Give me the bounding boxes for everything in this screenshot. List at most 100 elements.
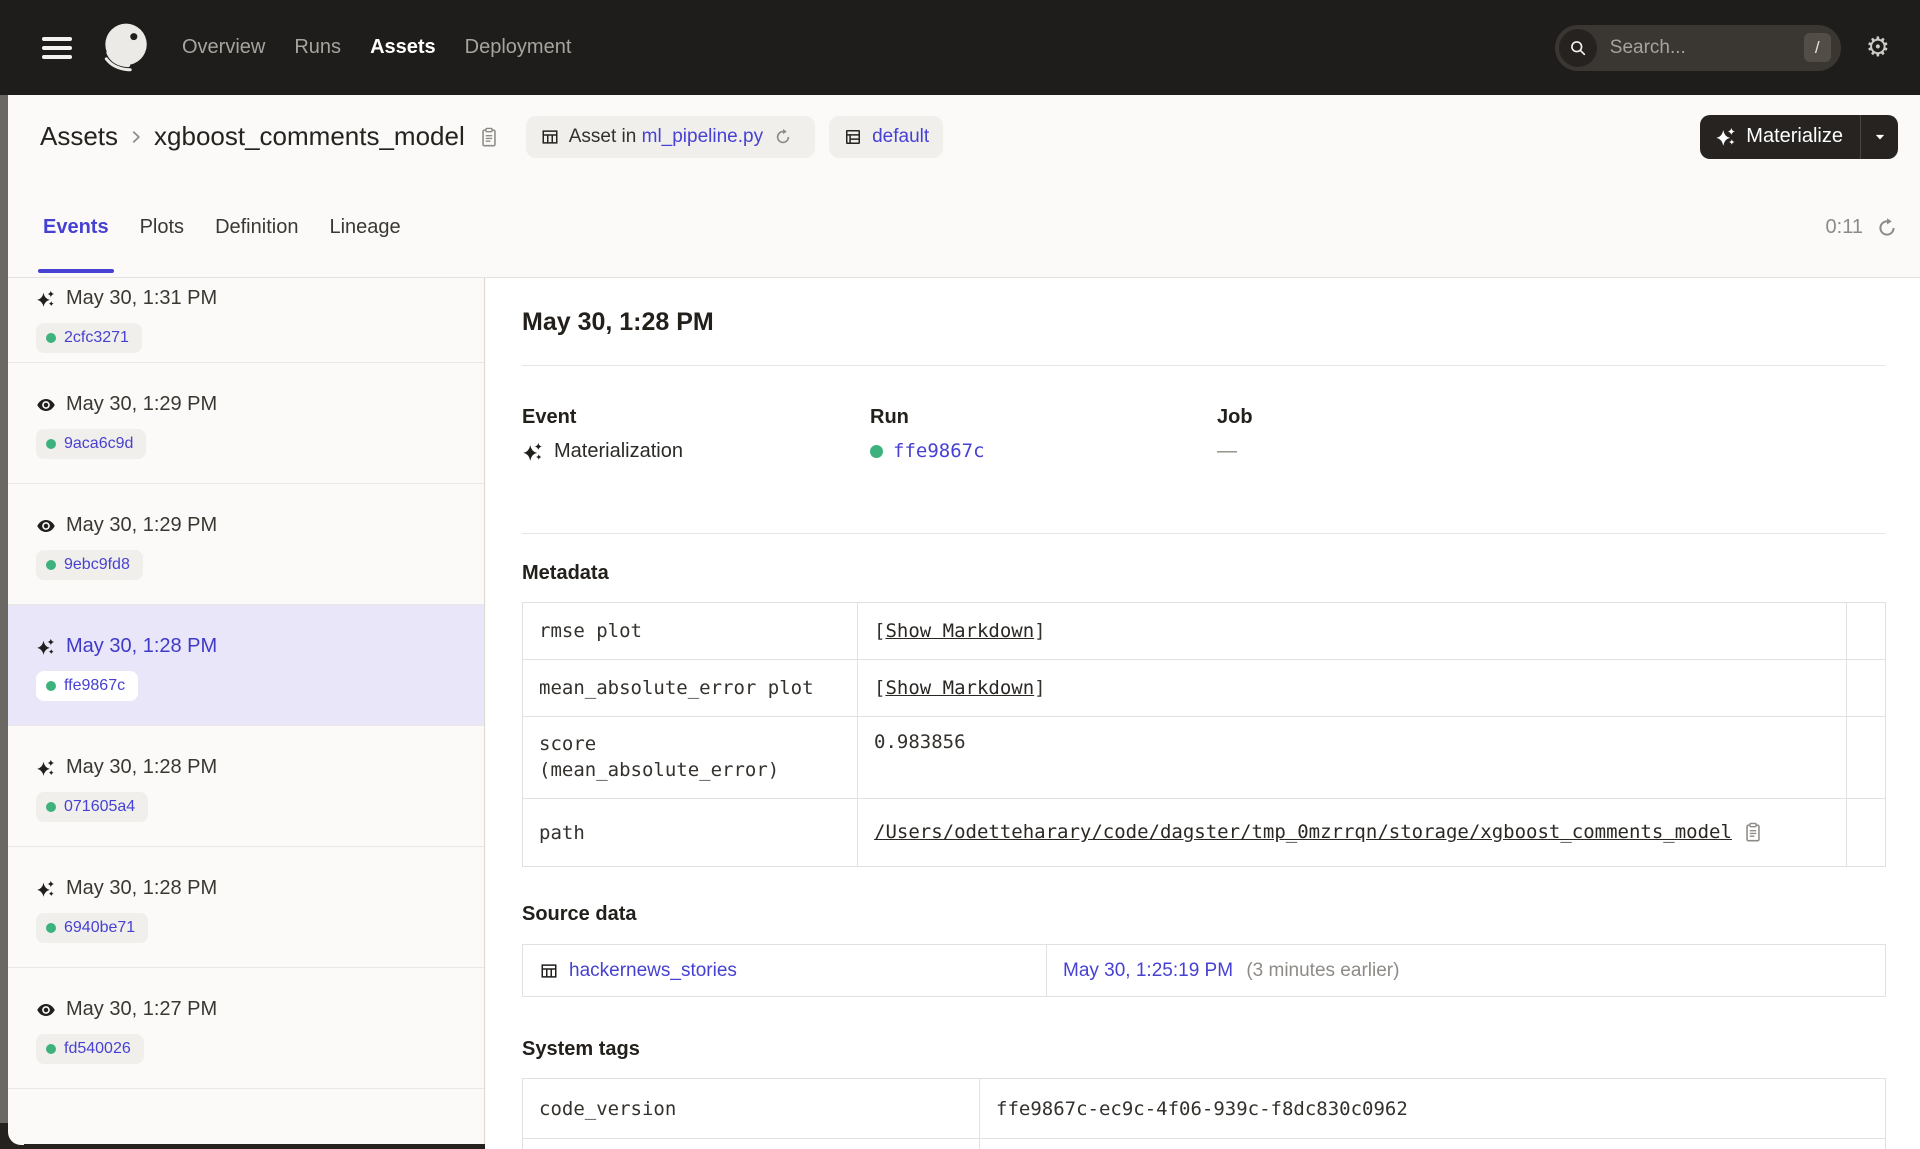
run-id-badge[interactable]: 9ebc9fd8	[36, 550, 143, 580]
run-id-link[interactable]: ffe9867c	[64, 677, 125, 695]
nav-item-deployment[interactable]: Deployment	[465, 36, 572, 59]
copy-asset-name-icon[interactable]	[478, 126, 500, 148]
run-status-dot	[46, 439, 56, 449]
run-id-link[interactable]: ffe9867c	[893, 440, 985, 462]
metadata-heading: Metadata	[522, 562, 609, 584]
event-type-label: Materialization	[554, 440, 683, 462]
run-status-dot	[46, 560, 56, 570]
event-list-item[interactable]: May 30, 1:31 PM 2cfc3271	[8, 278, 484, 363]
run-id-badge[interactable]: fd540026	[36, 1034, 144, 1064]
show-markdown-link[interactable]: Show Markdown	[885, 677, 1034, 699]
copy-path-icon[interactable]	[1742, 821, 1764, 843]
metadata-value: [Show Markdown]	[857, 659, 1847, 717]
search-input[interactable]: Search... /	[1554, 24, 1841, 71]
metadata-empty-cell	[1846, 716, 1886, 799]
table-icon	[540, 127, 560, 147]
gear-icon[interactable]: ⚙	[1866, 34, 1890, 61]
nav-item-runs[interactable]: Runs	[294, 36, 341, 59]
system-tag-row: code_version ffe9867c-ec9c-4f06-939c-f8d…	[522, 1078, 1886, 1139]
divider	[522, 365, 1885, 366]
bracket: ]	[1034, 677, 1046, 699]
metadata-row: path /Users/odetteharary/code/dagster/tm…	[522, 798, 1886, 867]
run-status-dot	[46, 333, 56, 343]
materialize-split-button: Materialize	[1700, 114, 1898, 159]
source-data-heading: Source data	[522, 903, 637, 925]
source-timestamp-link[interactable]: May 30, 1:25:19 PM	[1063, 960, 1233, 981]
metadata-key: mean_absolute_error plot	[522, 659, 858, 717]
search-icon	[1558, 28, 1597, 67]
metadata-row: rmse plot [Show Markdown]	[522, 602, 1886, 660]
tab-plots[interactable]: Plots	[140, 178, 184, 277]
nav-links: Overview Runs Assets Deployment	[182, 36, 571, 59]
observation-icon	[36, 1000, 56, 1020]
run-id-link[interactable]: 9ebc9fd8	[64, 556, 130, 574]
metadata-row: score (mean_absolute_error) 0.983856	[522, 716, 1886, 799]
event-list-item[interactable]: May 30, 1:29 PM 9ebc9fd8	[8, 484, 484, 605]
run-id-badge[interactable]: 6940be71	[36, 913, 149, 943]
run-id-link[interactable]: 2cfc3271	[64, 329, 129, 347]
event-detail-title: May 30, 1:28 PM	[522, 308, 714, 336]
system-tag-key: code_version	[522, 1078, 980, 1139]
tab-lineage[interactable]: Lineage	[329, 178, 400, 277]
source-asset-link[interactable]: hackernews_stories	[569, 960, 737, 982]
metadata-key: path	[522, 798, 858, 867]
event-list-item-selected[interactable]: May 30, 1:28 PM ffe9867c	[8, 605, 484, 726]
metadata-empty-cell	[1846, 659, 1886, 717]
metadata-key: rmse plot	[522, 602, 858, 660]
event-type-value: Materialization	[522, 440, 683, 463]
materialization-icon	[36, 758, 56, 778]
metadata-row: mean_absolute_error plot [Show Markdown]	[522, 659, 1886, 717]
tab-definition[interactable]: Definition	[215, 178, 298, 277]
tabs-row: Events Plots Definition Lineage 0:11	[8, 178, 1920, 278]
event-timestamp: May 30, 1:27 PM	[66, 998, 218, 1020]
source-time-cell: May 30, 1:25:19 PM (3 minutes earlier)	[1046, 944, 1886, 997]
materialization-icon	[36, 637, 56, 657]
observation-icon	[36, 516, 56, 536]
dagster-asset-page: Overview Runs Assets Deployment Search..…	[0, 0, 1920, 1149]
event-list-item[interactable]: May 30, 1:27 PM fd540026	[8, 968, 484, 1089]
run-id-badge[interactable]: 2cfc3271	[36, 323, 142, 353]
asset-name-title: xgboost_comments_model	[154, 121, 465, 151]
pipeline-file-link[interactable]: ml_pipeline.py	[642, 126, 763, 148]
search-shortcut-key: /	[1803, 33, 1831, 62]
repository-pill: default	[829, 115, 944, 158]
run-id-link[interactable]: 6940be71	[64, 919, 135, 937]
job-value: —	[1217, 440, 1237, 463]
run-status-dot	[46, 802, 56, 812]
storage-path-link[interactable]: /Users/odetteharary/code/dagster/tmp_0mz…	[874, 821, 1732, 843]
reload-definitions-icon[interactable]	[774, 128, 792, 146]
chevron-down-icon	[1870, 127, 1890, 147]
nav-item-assets[interactable]: Assets	[370, 36, 436, 59]
event-timestamp: May 30, 1:28 PM	[66, 877, 218, 899]
search-placeholder: Search...	[1609, 36, 1686, 58]
materialize-button[interactable]: Materialize	[1700, 115, 1860, 159]
system-tag-key	[522, 1138, 980, 1149]
event-timestamp: May 30, 1:29 PM	[66, 393, 218, 415]
run-id-badge[interactable]: 071605a4	[36, 792, 149, 822]
tab-events[interactable]: Events	[38, 178, 114, 277]
run-column-label: Run	[870, 406, 909, 428]
metadata-value: /Users/odetteharary/code/dagster/tmp_0mz…	[857, 798, 1847, 867]
run-id-link[interactable]: 071605a4	[64, 798, 135, 816]
run-id-badge[interactable]: 9aca6c9d	[36, 429, 147, 459]
top-nav: Overview Runs Assets Deployment Search..…	[0, 0, 1920, 95]
run-id-link[interactable]: 9aca6c9d	[64, 435, 133, 453]
event-list-item[interactable]: May 30, 1:29 PM 9aca6c9d	[8, 363, 484, 484]
hamburger-menu-icon[interactable]	[42, 36, 72, 59]
metadata-table: rmse plot [Show Markdown] mean_absolute_…	[522, 602, 1886, 867]
show-markdown-link[interactable]: Show Markdown	[885, 620, 1034, 642]
repository-link[interactable]: default	[872, 126, 929, 148]
run-id-link[interactable]: fd540026	[64, 1040, 131, 1058]
event-list-item[interactable]: May 30, 1:28 PM 071605a4	[8, 726, 484, 847]
run-id-badge[interactable]: ffe9867c	[36, 671, 139, 701]
breadcrumb-assets-link[interactable]: Assets	[40, 121, 118, 152]
dagster-logo-icon[interactable]	[96, 19, 154, 77]
asset-definition-pill: Asset in ml_pipeline.py	[525, 115, 816, 158]
metadata-key: score (mean_absolute_error)	[522, 716, 858, 799]
nav-item-overview[interactable]: Overview	[182, 36, 265, 59]
materialize-dropdown-button[interactable]	[1861, 115, 1898, 159]
refresh-icon[interactable]	[1876, 217, 1898, 239]
job-column-label: Job	[1217, 406, 1253, 428]
event-timestamp: May 30, 1:29 PM	[66, 514, 218, 536]
event-list-item[interactable]: May 30, 1:28 PM 6940be71	[8, 847, 484, 968]
